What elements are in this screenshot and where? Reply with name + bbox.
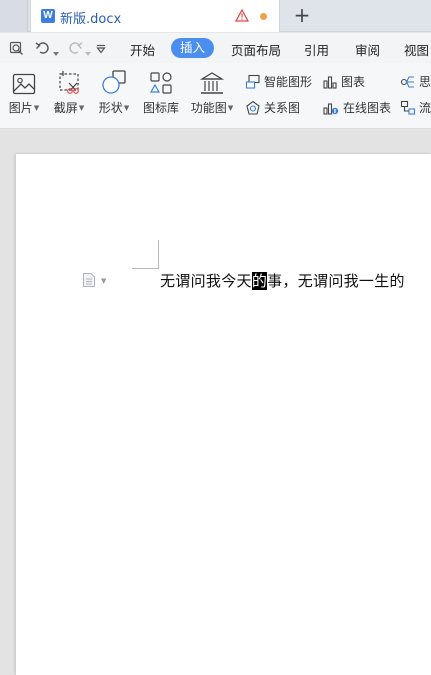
redo-icon[interactable]: [67, 41, 83, 58]
warning-icon[interactable]: [234, 8, 250, 25]
window-left-strip: [0, 0, 28, 32]
menu-insert[interactable]: 插入: [171, 38, 215, 58]
chart-label: 图表: [341, 75, 366, 89]
flowchart-button[interactable]: 流: [400, 99, 431, 116]
margin-corner-mark-vertical: [158, 240, 159, 269]
menu-page-layout[interactable]: 页面布局: [231, 40, 281, 59]
text-after-selection: 事，无谓问我一生的: [267, 272, 405, 290]
online-chart-label: 在线图表: [343, 101, 392, 115]
paragraph-layout-dropdown-icon[interactable]: ▼: [101, 277, 106, 285]
shape-icon: [96, 69, 132, 95]
insert-ribbon: 图片▼ 截屏▼ 形状▼ 图标库 功能图▼ 智能图形 图表 思 关系图 在线图表 …: [0, 63, 431, 129]
relation-chart-icon: [246, 100, 260, 115]
new-tab-button[interactable]: +: [291, 3, 313, 27]
document-tab-title: 新版.docx: [60, 12, 122, 27]
menu-review[interactable]: 审阅: [355, 40, 380, 59]
relation-chart-button[interactable]: 关系图: [245, 99, 300, 116]
menu-references[interactable]: 引用: [304, 40, 329, 59]
document-paragraph[interactable]: 无谓问我今天的事，无谓问我一生的: [160, 270, 405, 291]
document-page[interactable]: [16, 154, 431, 675]
chart-button[interactable]: 图表: [322, 73, 365, 90]
smart-shape-icon: [245, 74, 260, 89]
screenshot-label: 截屏: [53, 101, 78, 115]
icon-library-icon: [141, 69, 181, 95]
unsaved-dot-icon: [260, 13, 267, 20]
tab-bar: W 新版.docx +: [0, 0, 431, 32]
margin-corner-mark-horizontal: [132, 268, 159, 269]
screenshot-button[interactable]: 截屏▼: [50, 69, 88, 116]
print-preview-icon[interactable]: [9, 41, 24, 59]
smart-shape-button[interactable]: 智能图形: [245, 73, 312, 90]
online-chart-icon: [323, 102, 339, 115]
undo-icon[interactable]: [35, 41, 51, 58]
picture-label: 图片: [8, 101, 33, 115]
document-tab[interactable]: W 新版.docx: [30, 0, 280, 32]
screenshot-icon: [50, 69, 88, 95]
shape-label: 形状: [98, 101, 123, 115]
word-doc-icon: W: [41, 9, 55, 23]
shape-button[interactable]: 形状▼: [96, 69, 132, 116]
menu-view[interactable]: 视图: [404, 40, 429, 59]
undo-dropdown-icon[interactable]: [53, 45, 59, 59]
icon-library-button[interactable]: 图标库: [141, 69, 181, 116]
flowchart-icon: [400, 100, 416, 115]
selected-text[interactable]: 的: [251, 272, 268, 290]
menu-home[interactable]: 开始: [130, 40, 155, 59]
chart-icon: [323, 75, 337, 89]
function-chart-label: 功能图: [190, 101, 227, 115]
online-chart-button[interactable]: 在线图表: [322, 99, 391, 116]
mind-map-icon: [400, 75, 414, 88]
text-before-selection: 无谓问我今天: [160, 272, 252, 290]
menu-bar: 开始 插入 页面布局 引用 审阅 视图: [0, 33, 431, 63]
mind-map-button[interactable]: 思: [400, 73, 431, 90]
smart-shape-label: 智能图形: [264, 75, 313, 89]
relation-chart-label: 关系图: [264, 101, 301, 115]
icon-library-label: 图标库: [142, 101, 179, 115]
customize-toolbar-icon[interactable]: [96, 43, 106, 57]
function-chart-icon: [189, 69, 235, 95]
redo-dropdown-icon[interactable]: [85, 45, 91, 59]
picture-icon: [6, 69, 42, 95]
paragraph-layout-icon[interactable]: [82, 272, 96, 291]
mind-map-label: 思: [419, 75, 431, 89]
flowchart-label: 流: [419, 101, 431, 115]
function-chart-button[interactable]: 功能图▼: [189, 69, 235, 116]
picture-button[interactable]: 图片▼: [6, 69, 42, 116]
